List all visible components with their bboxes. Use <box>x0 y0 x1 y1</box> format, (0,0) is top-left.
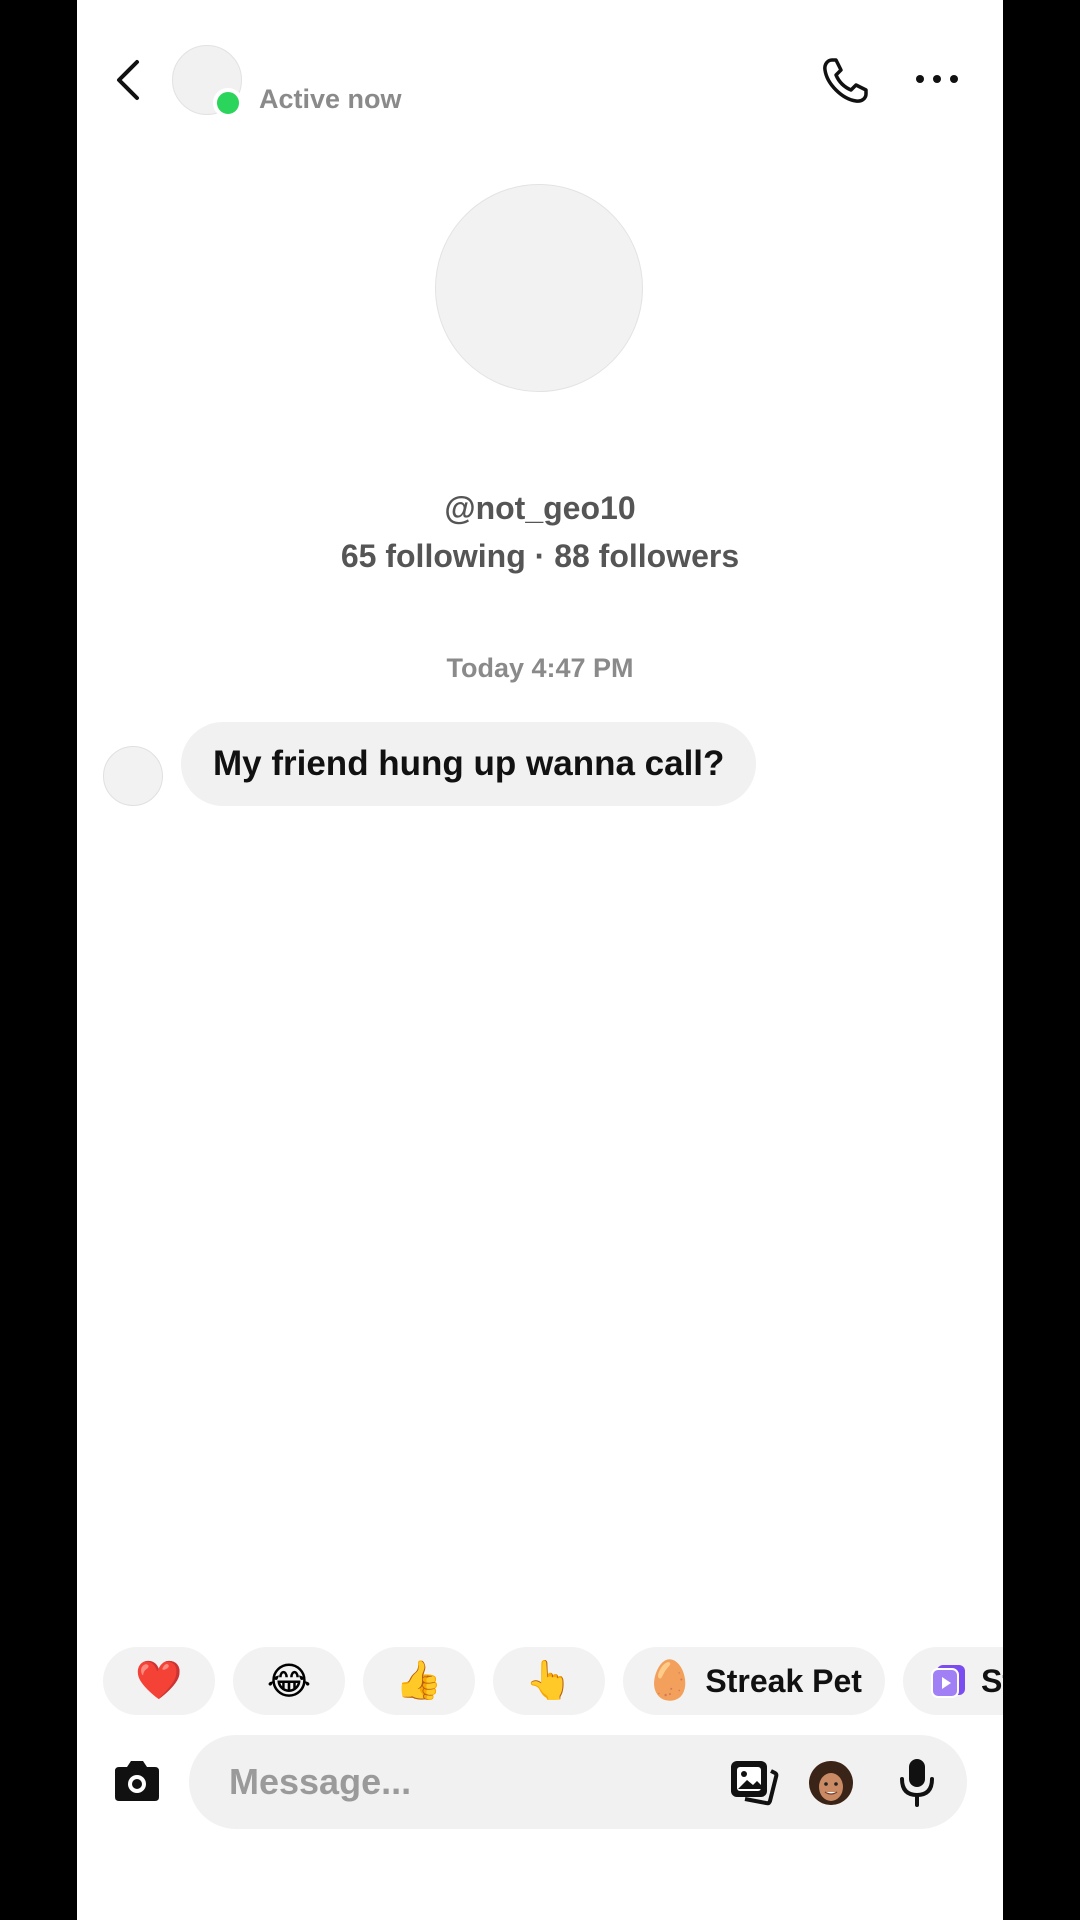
streak-pet-label: Streak Pet <box>705 1662 862 1699</box>
message-bubble[interactable]: My friend hung up wanna call? <box>181 722 757 806</box>
back-icon[interactable] <box>109 58 149 102</box>
gallery-icon[interactable] <box>729 1759 779 1807</box>
active-status: Active now <box>259 84 402 114</box>
online-indicator <box>213 88 243 118</box>
reaction-laughing[interactable]: 😂 <box>233 1647 345 1715</box>
phone-icon[interactable] <box>820 56 870 106</box>
profile-stats: 65 following · 88 followers <box>340 538 740 574</box>
next-chip[interactable]: St <box>903 1647 1003 1715</box>
next-chip-label: St <box>981 1662 1003 1699</box>
video-template-icon <box>931 1665 965 1698</box>
sender-avatar[interactable] <box>103 746 163 806</box>
camera-icon[interactable] <box>111 1759 163 1803</box>
profile-avatar[interactable] <box>435 184 643 392</box>
reaction-heart[interactable]: ❤️ <box>103 1647 215 1715</box>
reaction-pointing[interactable]: 👆 <box>493 1647 605 1715</box>
message-placeholder: Message... <box>229 1761 412 1802</box>
avatar-icon[interactable] <box>809 1761 853 1805</box>
profile-username[interactable]: @not_geo10 <box>77 490 1003 527</box>
message-timestamp: Today 4:47 PM <box>446 653 634 683</box>
egg-icon: 🥚 <box>646 1660 694 1702</box>
reaction-thumbs-up[interactable]: 👍 <box>363 1647 475 1715</box>
more-horizontal-icon[interactable] <box>913 64 961 94</box>
message-input[interactable]: Message... <box>189 1735 967 1829</box>
chat-screen: Active now @not_geo10 65 following · 88 … <box>77 0 1003 1920</box>
quick-reactions-bar: ❤️ 😂 👍 👆 🥚 Streak Pet St <box>103 1647 1003 1715</box>
microphone-icon[interactable] <box>897 1757 937 1807</box>
streak-pet-chip[interactable]: 🥚 Streak Pet <box>623 1647 885 1715</box>
